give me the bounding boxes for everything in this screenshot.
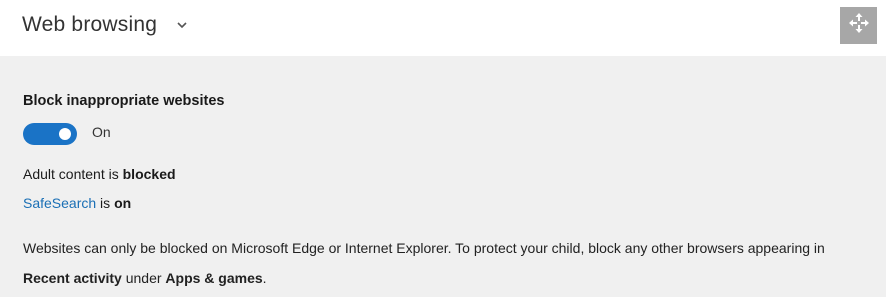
safesearch-value: on — [114, 195, 132, 211]
section-header: Web browsing — [0, 0, 886, 56]
note-part1: Websites can only be blocked on Microsof… — [23, 240, 825, 256]
adult-content-prefix: Adult content is — [23, 166, 123, 182]
safesearch-status: SafeSearch is on — [23, 195, 131, 211]
note-part3: . — [262, 270, 267, 286]
settings-panel: Block inappropriate websites On Adult co… — [0, 56, 886, 297]
move-button[interactable] — [840, 7, 877, 44]
chevron-down-icon — [177, 16, 187, 32]
move-arrows-icon — [848, 12, 870, 39]
block-websites-label: Block inappropriate websites — [23, 93, 225, 109]
browser-note: Websites can only be blocked on Microsof… — [23, 233, 873, 293]
safesearch-mid: is — [96, 195, 115, 211]
note-part2: under — [121, 270, 166, 286]
safesearch-link[interactable]: SafeSearch — [23, 195, 96, 211]
block-websites-toggle[interactable] — [23, 123, 77, 145]
apps-games-ref: Apps & games — [165, 270, 263, 286]
adult-content-status: Adult content is blocked — [23, 166, 176, 182]
adult-content-value: blocked — [122, 166, 176, 182]
recent-activity-ref: Recent activity — [23, 270, 122, 286]
section-title-dropdown[interactable]: Web browsing — [22, 13, 187, 37]
section-title: Web browsing — [22, 13, 158, 36]
toggle-state-label: On — [92, 124, 111, 140]
toggle-knob — [59, 128, 71, 140]
